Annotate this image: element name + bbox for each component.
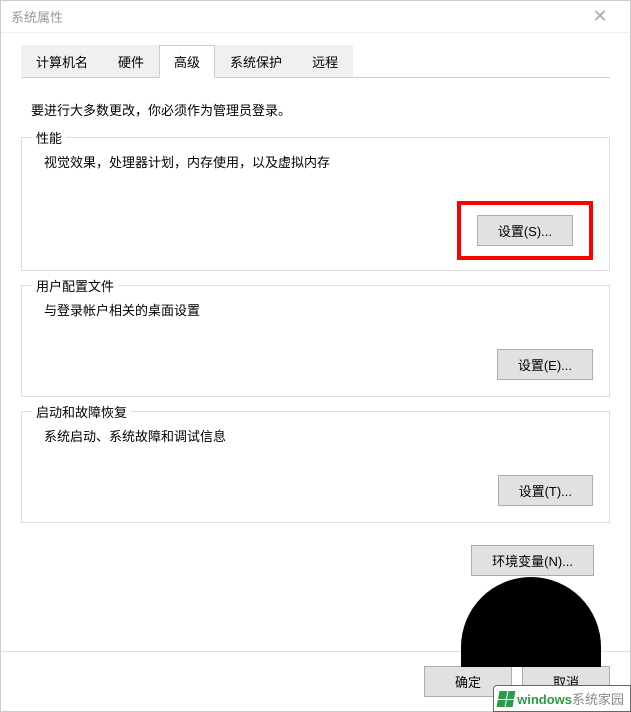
tab-hardware[interactable]: 硬件 bbox=[103, 45, 159, 77]
tab-remote[interactable]: 远程 bbox=[297, 45, 353, 77]
watermark-text: windows系统家园 bbox=[517, 689, 624, 708]
user-profile-settings-button[interactable]: 设置(E)... bbox=[497, 349, 593, 380]
environment-variables-button[interactable]: 环境变量(N)... bbox=[471, 545, 594, 576]
performance-settings-button[interactable]: 设置(S)... bbox=[477, 215, 573, 246]
startup-recovery-title: 启动和故障恢复 bbox=[32, 402, 131, 421]
close-icon[interactable]: ✕ bbox=[580, 6, 620, 27]
tab-computer-name[interactable]: 计算机名 bbox=[21, 45, 103, 77]
startup-recovery-group: 启动和故障恢复 系统启动、系统故障和调试信息 设置(T)... bbox=[21, 411, 610, 523]
content-area: 计算机名 硬件 高级 系统保护 远程 要进行大多数更改，你必须作为管理员登录。 … bbox=[1, 33, 630, 651]
env-var-row: 环境变量(N)... bbox=[21, 545, 610, 576]
tab-advanced[interactable]: 高级 bbox=[159, 45, 215, 78]
window-title: 系统属性 bbox=[11, 7, 580, 26]
startup-recovery-settings-button[interactable]: 设置(T)... bbox=[498, 475, 593, 506]
user-profile-group: 用户配置文件 与登录帐户相关的桌面设置 设置(E)... bbox=[21, 285, 610, 397]
performance-desc: 视觉效果，处理器计划，内存使用，以及虚拟内存 bbox=[38, 152, 593, 171]
performance-group: 性能 视觉效果，处理器计划，内存使用，以及虚拟内存 设置(S)... bbox=[21, 137, 610, 271]
highlight-box: 设置(S)... bbox=[457, 201, 593, 260]
user-profile-title: 用户配置文件 bbox=[32, 276, 118, 295]
intro-text: 要进行大多数更改，你必须作为管理员登录。 bbox=[31, 100, 600, 119]
tab-system-protection[interactable]: 系统保护 bbox=[215, 45, 297, 77]
startup-recovery-desc: 系统启动、系统故障和调试信息 bbox=[38, 426, 593, 445]
titlebar: 系统属性 ✕ bbox=[1, 1, 630, 33]
user-profile-desc: 与登录帐户相关的桌面设置 bbox=[38, 300, 593, 319]
tab-bar: 计算机名 硬件 高级 系统保护 远程 bbox=[21, 45, 610, 78]
performance-title: 性能 bbox=[32, 128, 66, 147]
windows-flag-icon bbox=[497, 691, 516, 707]
watermark-logo: windows系统家园 bbox=[493, 685, 631, 712]
